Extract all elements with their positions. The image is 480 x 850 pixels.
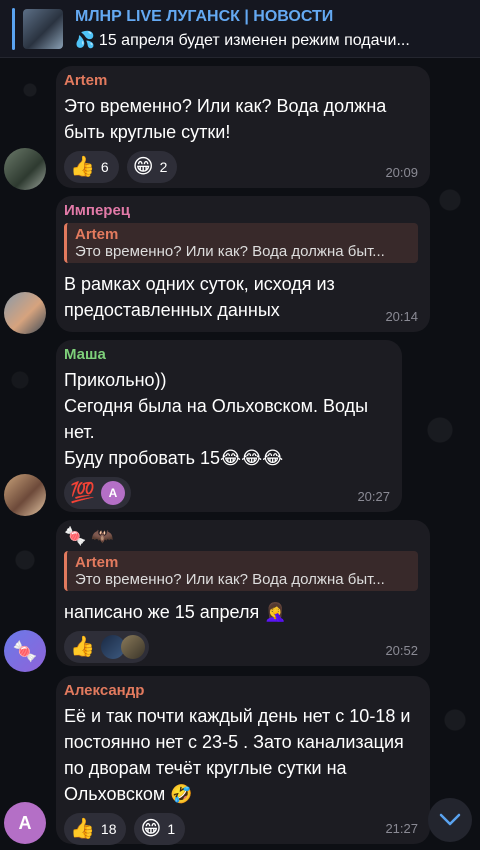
reply-quote[interactable]: Artem Это временно? Или как? Вода должна… — [64, 223, 418, 263]
message-text: Это временно? Или как? Вода должна быть … — [64, 96, 387, 142]
message-time: 20:14 — [385, 309, 418, 324]
pinned-message[interactable]: МЛНР LIVE ЛУГАНСК | НОВОСТИ 💦 15 апреля б… — [0, 0, 480, 58]
message-text-line: Сегодня была на Ольховском. Воды нет. — [64, 396, 369, 442]
message-bubble[interactable]: Имперец Artem Это временно? Или как? Вод… — [56, 196, 430, 332]
message-author: Имперец — [64, 202, 131, 219]
pinned-thumbnail — [23, 8, 63, 49]
reactions: 👍 — [64, 631, 418, 663]
sender-name-emoji: 🍬 🦇 — [64, 526, 114, 546]
message-bubble[interactable]: 🍬 🦇 Artem Это временно? Или как? Вода до… — [56, 520, 430, 666]
reactions: 💯 A — [64, 477, 390, 509]
message-text: написано же 15 апреля 🤦‍♀️ — [64, 602, 287, 622]
reaction-thumbs-up[interactable]: 👍 6 — [64, 151, 119, 183]
message-time: 20:52 — [385, 643, 418, 658]
message-author: Artem — [64, 72, 108, 89]
reactor-avatar — [120, 635, 145, 659]
reply-text: Это временно? Или как? Вода должна быт..… — [75, 571, 385, 588]
reaction-thumbs-up[interactable]: 👍 — [64, 631, 149, 663]
avatar[interactable]: A — [4, 802, 46, 844]
avatar[interactable] — [4, 474, 46, 516]
chevron-down-icon — [439, 813, 461, 826]
reaction-count: 1 — [167, 821, 176, 837]
thumbs-up-icon: 👍 — [70, 156, 95, 178]
message-text-line: Прикольно)) — [64, 370, 167, 390]
pinned-indicator — [12, 7, 15, 50]
reaction-count: 6 — [100, 159, 109, 175]
reactions: 👍 18 😁 1 — [64, 813, 418, 845]
message-time: 20:09 — [385, 165, 418, 180]
message-text: Её и так почти каждый день нет с 10-18 и… — [64, 706, 411, 804]
message-bubble[interactable]: Artem Это временно? Или как? Вода должна… — [56, 66, 430, 188]
reply-text: Это временно? Или как? Вода должна быт..… — [75, 243, 385, 260]
avatar[interactable] — [4, 148, 46, 190]
thumbs-up-icon: 👍 — [70, 636, 95, 658]
reactions: 👍 6 😁 2 — [64, 151, 418, 183]
reaction-count: 2 — [159, 159, 168, 175]
reaction-grin[interactable]: 😁 1 — [134, 813, 186, 845]
reply-author: Artem — [75, 554, 119, 571]
message-bubble[interactable]: Александр Её и так почти каждый день нет… — [56, 676, 430, 845]
reaction-hundred[interactable]: 💯 A — [64, 477, 131, 509]
reaction-count: 18 — [100, 821, 117, 837]
hundred-points-icon: 💯 — [70, 482, 95, 504]
message-author: Александр — [64, 682, 145, 699]
reactor-avatar: A — [100, 481, 125, 505]
candy-icon: 🍬 — [12, 640, 38, 663]
reaction-thumbs-up[interactable]: 👍 18 — [64, 813, 127, 845]
grin-icon: 😁 — [140, 818, 162, 840]
message-text-line: Буду пробовать 15😂😂😂 — [64, 448, 284, 468]
avatar[interactable]: 🍬 — [4, 630, 46, 672]
reply-quote[interactable]: Artem Это временно? Или как? Вода должна… — [64, 551, 418, 591]
grin-icon: 😁 — [132, 156, 154, 178]
message-time: 20:27 — [357, 489, 390, 504]
droplets-icon: 💦 — [75, 31, 95, 49]
thumbs-up-icon: 👍 — [70, 818, 95, 840]
message-text: В рамках одних суток, исходя из предоста… — [64, 274, 335, 320]
pinned-title: МЛНР LIVE ЛУГАНСК | НОВОСТИ — [75, 7, 334, 25]
message-author: Маша — [64, 346, 106, 363]
reaction-grin[interactable]: 😁 2 — [126, 151, 178, 183]
avatar[interactable] — [4, 292, 46, 334]
pinned-subtitle: 💦 15 апреля будет изменен режим подачи... — [75, 30, 410, 50]
scroll-down-button[interactable] — [428, 798, 472, 842]
pinned-subtitle-text: 15 апреля будет изменен режим подачи... — [98, 31, 410, 49]
message-bubble[interactable]: Маша Прикольно)) Сегодня была на Ольховс… — [56, 340, 402, 512]
message-time: 21:27 — [385, 821, 418, 836]
reply-author: Artem — [75, 226, 119, 243]
